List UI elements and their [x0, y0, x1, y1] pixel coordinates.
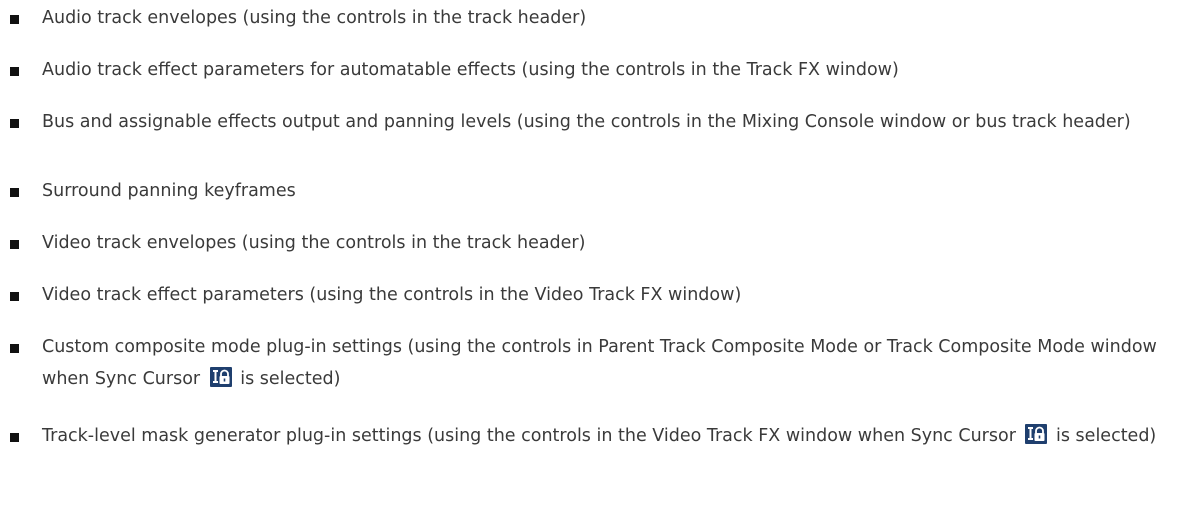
bullet-marker: [10, 119, 19, 128]
sync-cursor-icon: [209, 366, 232, 387]
bullet-marker: [10, 240, 19, 249]
list-item-text: Bus and assignable effects output and pa…: [42, 112, 1131, 132]
list-item-text: Track-level mask generator plug-in setti…: [42, 420, 1188, 452]
list-item-text-after: is selected): [234, 369, 341, 389]
bullet-marker: [10, 344, 19, 353]
bullet-marker: [10, 15, 19, 24]
list-item-text: Custom composite mode plug-in settings (…: [42, 331, 1188, 395]
bullet-marker: [10, 67, 19, 76]
list-item-text-before: Track-level mask generator plug-in setti…: [42, 426, 1022, 446]
list-item-text-after: is selected): [1050, 426, 1157, 446]
list-item-text: Surround panning keyframes: [42, 181, 296, 201]
list-item-text: Audio track effect parameters for automa…: [42, 60, 899, 80]
bullet-marker: [10, 292, 19, 301]
list-item-text: Video track envelopes (using the control…: [42, 233, 586, 253]
bullet-marker: [10, 188, 19, 197]
sync-cursor-icon: [1025, 423, 1048, 444]
list-item-text: Audio track envelopes (using the control…: [42, 8, 587, 28]
list-item-text: Video track effect parameters (using the…: [42, 285, 742, 305]
bullet-marker: [10, 433, 19, 442]
